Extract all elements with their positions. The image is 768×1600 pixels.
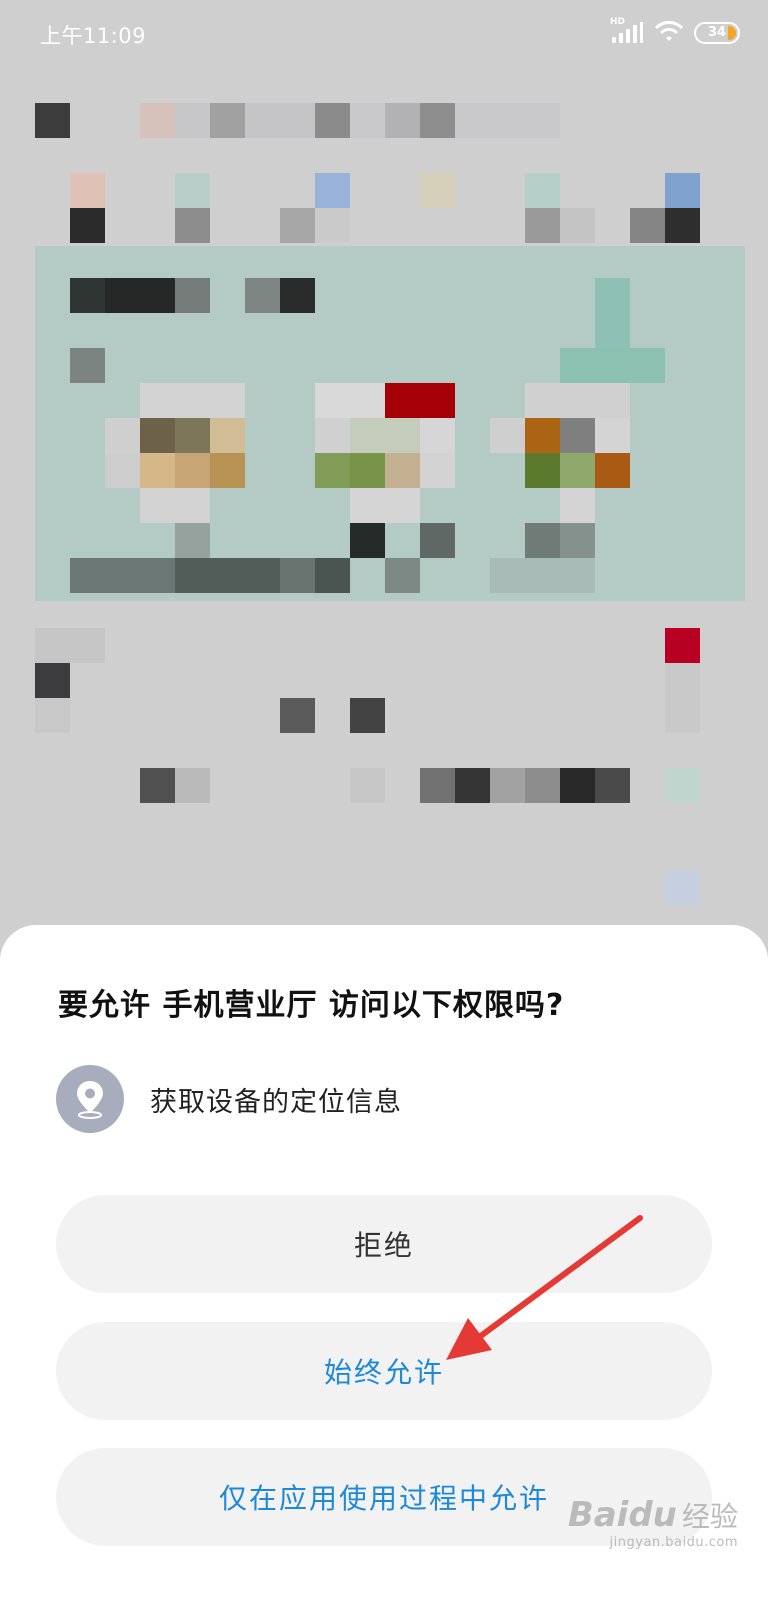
- annotation-arrow-icon: [446, 1215, 643, 1360]
- blurred-background: [0, 70, 768, 930]
- watermark-logo: Baidu: [567, 1495, 677, 1535]
- watermark-url: jingyan.baidu.com: [609, 1535, 738, 1550]
- location-icon: [56, 1065, 124, 1133]
- status-bar: 上午11:09 HD 34: [0, 0, 768, 70]
- battery-icon: 34: [694, 22, 740, 44]
- wifi-icon: [654, 21, 684, 41]
- battery-level: 34: [707, 25, 727, 40]
- permission-label: 获取设备的定位信息: [150, 1086, 402, 1118]
- status-icons: HD 34: [610, 17, 740, 46]
- status-time: 上午11:09: [40, 24, 147, 48]
- permission-item: 获取设备的定位信息: [56, 1065, 402, 1133]
- watermark-name: 经验: [681, 1500, 738, 1533]
- dialog-title: 要允许 手机营业厅 访问以下权限吗?: [58, 988, 565, 1023]
- baidu-watermark: Baidu 经验 jingyan.baidu.com: [568, 1495, 738, 1550]
- signal-icon: HD: [610, 17, 644, 45]
- network-label: HD: [610, 17, 626, 27]
